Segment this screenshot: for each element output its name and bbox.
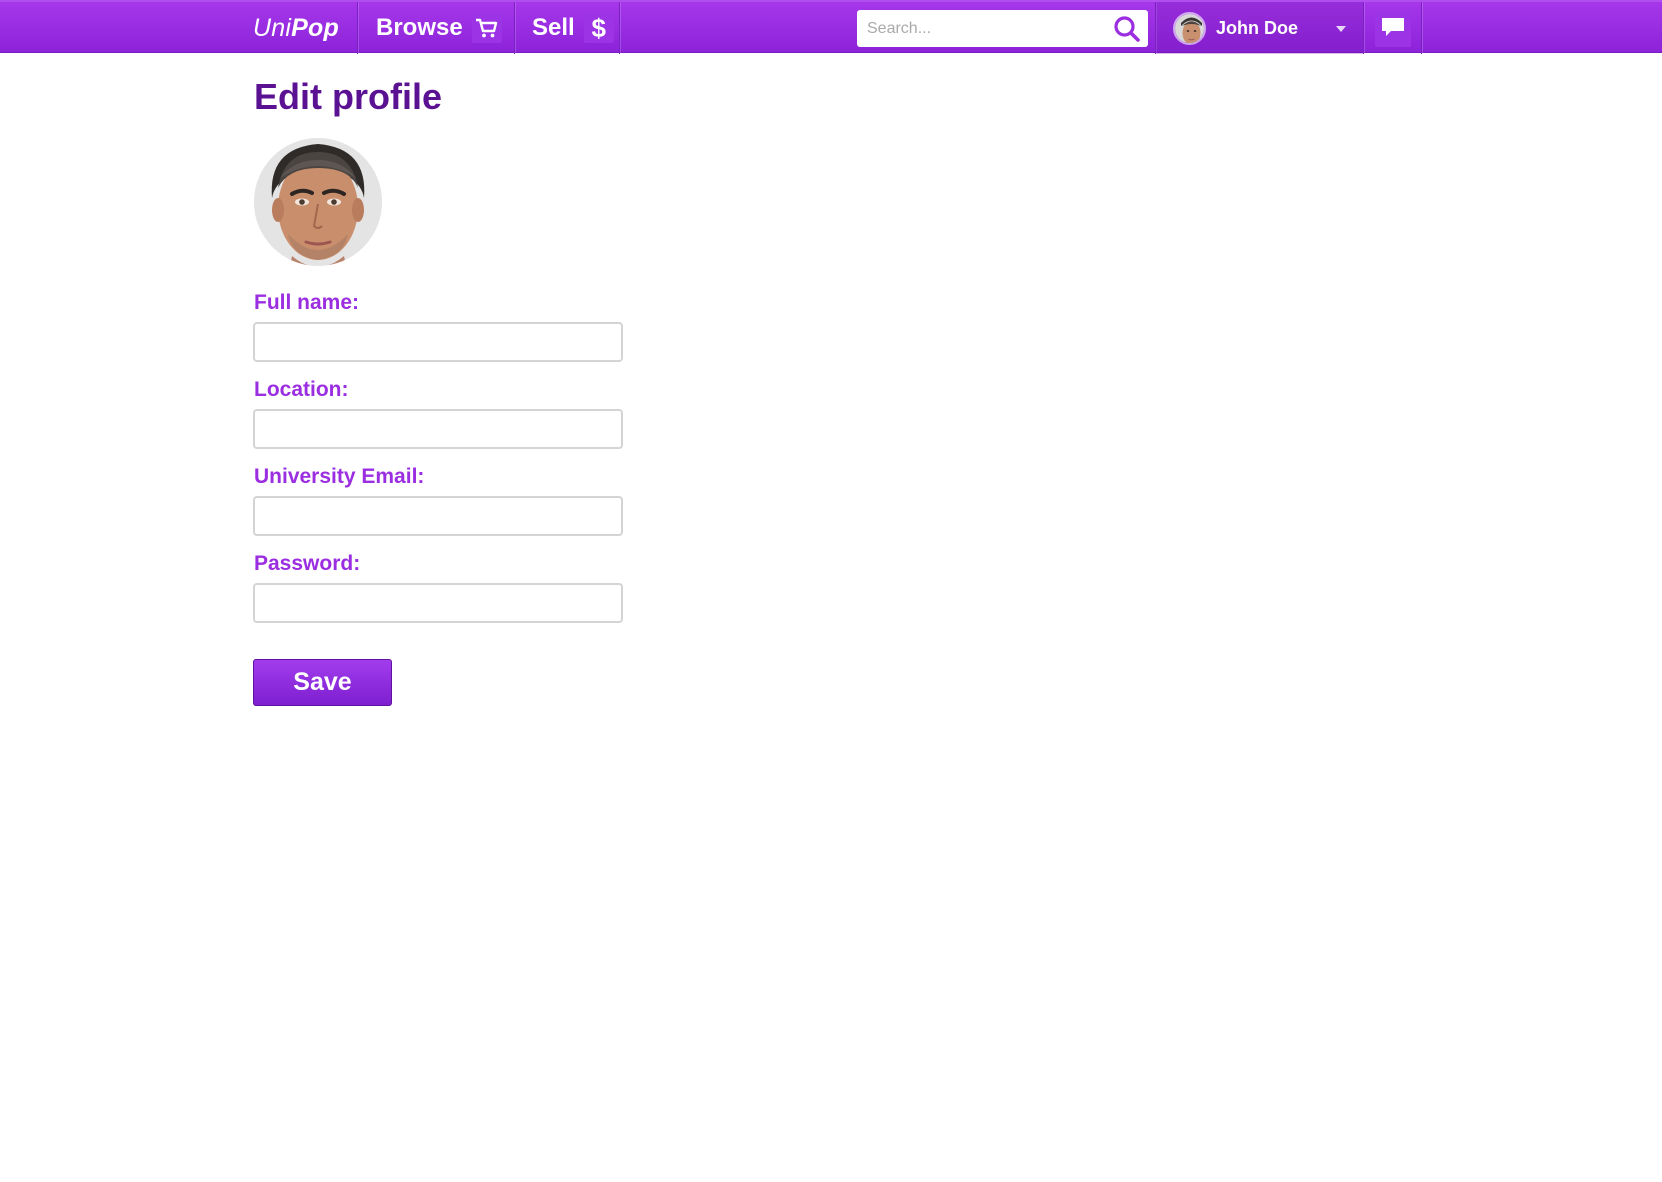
nav-divider	[514, 2, 515, 54]
search-input[interactable]	[857, 11, 1097, 46]
search-icon[interactable]	[1112, 14, 1142, 44]
browse-label: Browse	[376, 14, 463, 41]
profile-photo[interactable]	[254, 138, 382, 266]
location-label: Location:	[254, 378, 349, 401]
page-title: Edit profile	[254, 76, 442, 117]
nav-divider	[1363, 2, 1364, 54]
full-name-label: Full name:	[254, 291, 360, 314]
sell-nav-link[interactable]: Sell $	[532, 2, 614, 54]
nav-divider	[357, 2, 358, 54]
full-name-field[interactable]	[253, 322, 623, 362]
messages-button[interactable]	[1375, 11, 1411, 47]
university-email-field[interactable]	[253, 496, 623, 536]
cart-icon	[471, 13, 502, 43]
browse-nav-link[interactable]: Browse	[376, 2, 502, 54]
logo-text-pop: Pop	[291, 13, 339, 42]
password-label: Password:	[254, 552, 361, 575]
university-email-label: University Email:	[254, 465, 425, 488]
avatar	[1173, 11, 1206, 45]
user-name: John Doe	[1216, 17, 1299, 38]
save-button[interactable]: Save	[253, 659, 392, 706]
nav-divider	[1421, 2, 1422, 54]
sell-label: Sell	[532, 14, 575, 41]
chevron-down-icon[interactable]	[1336, 26, 1346, 32]
top-navigation-bar: Uni Pop Browse Sell $ Search... John Doe	[0, 0, 1662, 54]
chat-bubble-icon	[1381, 17, 1405, 42]
logo-text-uni: Uni	[253, 13, 292, 42]
nav-divider	[619, 2, 620, 54]
search-bar	[857, 10, 1148, 47]
password-field[interactable]	[253, 583, 623, 623]
user-menu[interactable]: John Doe	[1156, 2, 1364, 54]
dollar-icon: $	[583, 13, 614, 43]
location-field[interactable]	[253, 409, 623, 449]
app-logo[interactable]: Uni Pop	[253, 2, 339, 54]
